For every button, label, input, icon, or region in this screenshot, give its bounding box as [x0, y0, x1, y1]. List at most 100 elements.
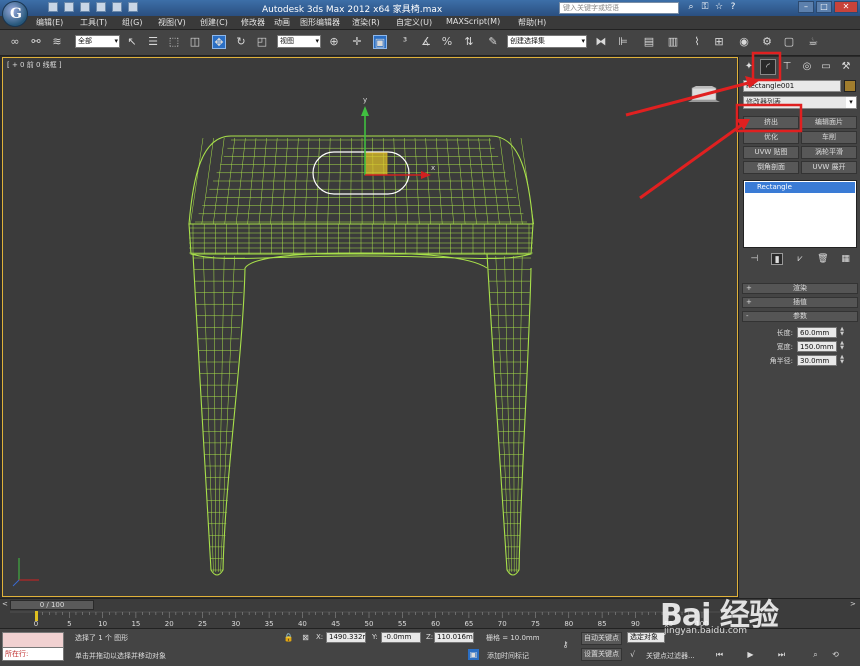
menu-maxscript[interactable]: MAXScript(M) [446, 17, 500, 26]
rectangular-selection-icon[interactable]: ⬚ [167, 35, 181, 49]
go-to-end-icon[interactable]: ⏭ [776, 649, 787, 660]
menu-rendering[interactable]: 渲染(R) [352, 17, 380, 28]
app-logo-icon[interactable]: G [2, 1, 28, 27]
help-icon[interactable]: ? [728, 2, 738, 12]
pin-stack-icon[interactable]: ⊣ [748, 253, 760, 265]
key-filters-button[interactable]: 关键点过滤器... [646, 651, 695, 661]
render-setup-icon[interactable]: ⚙ [760, 35, 774, 49]
current-frame-marker[interactable] [35, 611, 38, 621]
object-color-swatch[interactable] [844, 80, 856, 92]
remove-modifier-icon[interactable]: 🗑 [817, 253, 829, 265]
param-width-spinner[interactable]: ▲ ▼ [839, 341, 845, 352]
selection-filter-dropdown[interactable]: 全部 [75, 35, 120, 48]
z-coordinate-field[interactable]: 110.016mm [434, 632, 474, 643]
show-end-result-icon[interactable]: ▮ [771, 253, 784, 265]
undo-icon[interactable] [96, 2, 106, 12]
close-button[interactable]: ✕ [834, 1, 858, 13]
layer-manager-icon[interactable]: ▤ [642, 35, 656, 49]
param-length-input[interactable]: 60.0mm [797, 327, 837, 338]
modifier-list-dropdown[interactable]: 修改器列表 [743, 96, 857, 109]
time-slider-thumb[interactable]: 0 / 100 [10, 600, 94, 610]
bind-space-warp-icon[interactable]: ≋ [50, 35, 64, 49]
lathe-button[interactable]: 车削 [801, 131, 857, 144]
viewport-label[interactable]: [ + 0 前 0 线框 ] [7, 60, 62, 70]
add-time-tag[interactable]: 添加时间标记 [487, 651, 529, 661]
front-viewport[interactable]: yx [ + 0 前 0 线框 ] [2, 57, 738, 597]
make-unique-icon[interactable]: ⩗ [794, 253, 806, 265]
window-crossing-icon[interactable]: ◫ [188, 35, 202, 49]
select-and-scale-icon[interactable]: ◰ [255, 35, 269, 49]
graphite-ribbon-icon[interactable]: ▥ [666, 35, 680, 49]
param-length-spinner[interactable]: ▲ ▼ [839, 327, 845, 338]
create-tab-icon[interactable]: ✦ [741, 59, 757, 75]
percent-snap-icon[interactable]: % [440, 35, 454, 49]
edit-named-selection-icon[interactable]: ✎ [486, 35, 500, 49]
project-folder-icon[interactable] [128, 2, 138, 12]
render-production-icon[interactable]: ☕ [806, 35, 820, 49]
motion-tab-icon[interactable]: ◎ [799, 59, 815, 75]
menu-create[interactable]: 创建(C) [200, 17, 228, 28]
search-icon[interactable]: ⌕ [686, 2, 696, 12]
object-name-field[interactable]: Rectangle001 [743, 80, 841, 92]
selection-lock-icon[interactable]: 🔒 [283, 632, 294, 643]
edit-patch-button[interactable]: 编辑面片 [801, 116, 857, 129]
menu-edit[interactable]: 编辑(E) [36, 17, 63, 28]
optimize-button[interactable]: 优化 [743, 131, 799, 144]
pivot-center-icon[interactable]: ⊕ [327, 35, 341, 49]
new-file-icon[interactable] [48, 2, 58, 12]
time-slider-prev[interactable]: < [2, 600, 8, 608]
redo-icon[interactable] [112, 2, 122, 12]
orbit-icon[interactable]: ⟲ [830, 649, 841, 660]
uvw-map-button[interactable]: UVW 贴图 [743, 146, 799, 159]
schematic-view-icon[interactable]: ⊞ [712, 35, 726, 49]
select-and-rotate-icon[interactable]: ↻ [234, 35, 248, 49]
help-search-input[interactable]: 键入关键字或短语 [559, 2, 679, 14]
configure-modifier-sets-icon[interactable]: ▦ [840, 253, 852, 265]
menu-tools[interactable]: 工具(T) [80, 17, 107, 28]
angle-snap-icon[interactable]: ∡ [419, 35, 433, 49]
y-coordinate-field[interactable]: -0.0mm [381, 632, 421, 643]
set-key-icon[interactable]: √ [627, 649, 638, 660]
auto-key-button[interactable]: 自动关键点 [581, 632, 622, 645]
zoom-icon[interactable]: ⌕ [810, 649, 821, 660]
time-tag-icon[interactable]: ▣ [468, 649, 479, 660]
maxscript-line-label[interactable]: 所在行: [2, 647, 64, 661]
viewcube-icon[interactable] [686, 80, 722, 106]
maximize-button[interactable]: □ [816, 1, 832, 13]
play-icon[interactable]: ▶ [745, 649, 756, 660]
param-width-input[interactable]: 150.0mm [797, 341, 837, 352]
set-key-button[interactable]: 设置关键点 [581, 648, 622, 661]
material-editor-icon[interactable]: ◉ [737, 35, 751, 49]
select-by-name-icon[interactable]: ☰ [146, 35, 160, 49]
go-to-start-icon[interactable]: ⏮ [714, 649, 725, 660]
bevel-profile-button[interactable]: 倒角剖面 [743, 161, 799, 174]
spinner-snap-icon[interactable]: ⇅ [462, 35, 476, 49]
link-icon[interactable]: ∞ [8, 35, 22, 49]
menu-animation[interactable]: 动画 [274, 17, 290, 28]
named-selection-set-dropdown[interactable]: 创建选择集 [507, 35, 587, 48]
menu-customize[interactable]: 自定义(U) [396, 17, 432, 28]
param-corner-radius-spinner[interactable]: ▲ ▼ [839, 355, 845, 366]
utilities-tab-icon[interactable]: ⚒ [838, 59, 854, 75]
align-icon[interactable]: ⊫ [616, 35, 630, 49]
stack-item-rectangle[interactable]: Rectangle [745, 182, 855, 193]
menu-modifiers[interactable]: 修改器 [241, 17, 265, 28]
keyboard-shortcut-override-icon[interactable]: ▣ [373, 35, 387, 49]
mirror-icon[interactable]: ⧓ [594, 35, 608, 49]
snaps-toggle-icon[interactable]: ³ [398, 35, 412, 49]
reference-coordinate-dropdown[interactable]: 视图 [277, 35, 321, 48]
select-and-move-icon[interactable]: ✥ [212, 35, 226, 49]
menu-views[interactable]: 视图(V) [158, 17, 186, 28]
turbosmooth-button[interactable]: 涡轮平滑 [801, 146, 857, 159]
curve-editor-icon[interactable]: ⌇ [690, 35, 704, 49]
open-file-icon[interactable] [64, 2, 74, 12]
unwrap-uvw-button[interactable]: UVW 展开 [801, 161, 857, 174]
absolute-mode-icon[interactable]: ⊠ [300, 632, 311, 643]
rendered-frame-window-icon[interactable]: ▢ [782, 35, 796, 49]
select-manipulate-icon[interactable]: ✛ [350, 35, 364, 49]
menu-group[interactable]: 组(G) [122, 17, 142, 28]
rollout-rendering[interactable]: + 渲染 [742, 283, 858, 294]
key-icon[interactable]: ⚿ [700, 2, 710, 12]
hierarchy-tab-icon[interactable]: ⊤ [779, 59, 795, 75]
rollout-parameters[interactable]: - 参数 [742, 311, 858, 322]
